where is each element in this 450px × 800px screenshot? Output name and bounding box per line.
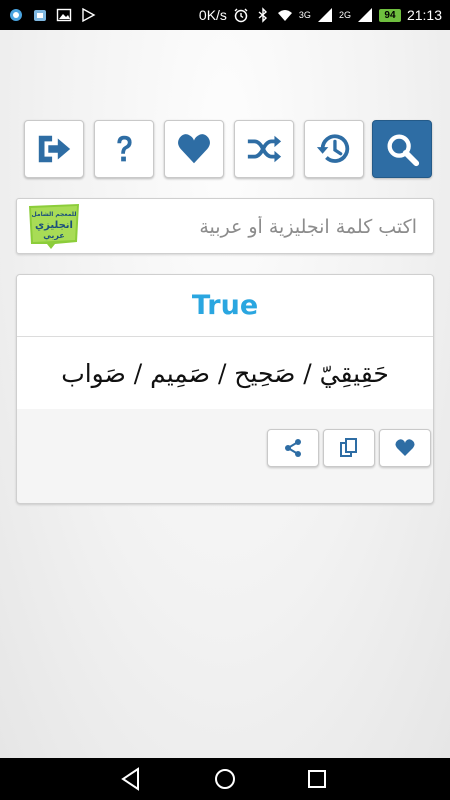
app-notification-icon: [10, 9, 22, 21]
wifi-icon: [277, 10, 292, 21]
copy-icon: [340, 438, 357, 457]
result-header: True: [17, 275, 433, 337]
random-button[interactable]: [234, 120, 294, 178]
search-icon: [387, 134, 420, 167]
search-bar: للمعجم الشامل انجليزي عربي: [16, 198, 434, 254]
battery-level: 94: [378, 8, 401, 22]
exit-button[interactable]: [24, 120, 84, 178]
logo-line-2: انجليزي: [35, 220, 73, 231]
result-word: True: [191, 290, 259, 321]
question-icon: [117, 135, 132, 162]
search-input[interactable]: [87, 207, 417, 247]
main-area: للمعجم الشامل انجليزي عربي True حَقِيقِي…: [0, 30, 450, 758]
share-icon: [285, 439, 301, 457]
history-icon: [316, 134, 350, 163]
exit-icon: [38, 135, 71, 163]
favorite-button[interactable]: [379, 429, 431, 467]
recents-icon[interactable]: [304, 766, 330, 792]
signal-icon-2: [357, 8, 372, 22]
data-speed: 0K/s: [198, 7, 227, 23]
android-notification-icon: [34, 10, 46, 21]
bluetooth-icon: [258, 7, 267, 23]
result-body: حَقِيقِيّ / صَحِيح / صَمِيم / صَواب: [17, 337, 433, 409]
result-translation: حَقِيقِيّ / صَحِيح / صَمِيم / صَواب: [61, 358, 389, 388]
alarm-icon: [234, 8, 248, 23]
heart-icon: [395, 439, 415, 456]
shuffle-icon: [247, 135, 282, 163]
history-button[interactable]: [304, 120, 364, 178]
copy-button[interactable]: [323, 429, 375, 467]
back-icon[interactable]: [118, 766, 144, 792]
home-icon[interactable]: [212, 766, 238, 792]
status-bar: 0K/s 3G 2G 94 21:13: [0, 0, 450, 30]
search-button[interactable]: [372, 120, 432, 178]
logo-line-1: للمعجم الشامل: [32, 211, 77, 218]
signal-icon-1: [317, 8, 332, 22]
network-2g-label: 2G: [338, 10, 351, 20]
heart-icon: [178, 134, 210, 164]
toolbar: [24, 120, 432, 180]
help-button[interactable]: [94, 120, 154, 178]
result-card: True حَقِيقِيّ / صَحِيح / صَمِيم / صَواب: [16, 274, 434, 504]
image-notification-icon: [56, 8, 72, 22]
share-button[interactable]: [267, 429, 319, 467]
logo-line-3: عربي: [43, 231, 65, 240]
network-3g-label: 3G: [298, 10, 311, 20]
result-actions: [17, 411, 433, 503]
play-store-icon: [82, 7, 96, 23]
clock: 21:13: [406, 7, 442, 23]
favorites-button[interactable]: [164, 120, 224, 178]
app-logo: للمعجم الشامل انجليزي عربي: [29, 204, 79, 249]
navigation-bar: [0, 758, 450, 800]
